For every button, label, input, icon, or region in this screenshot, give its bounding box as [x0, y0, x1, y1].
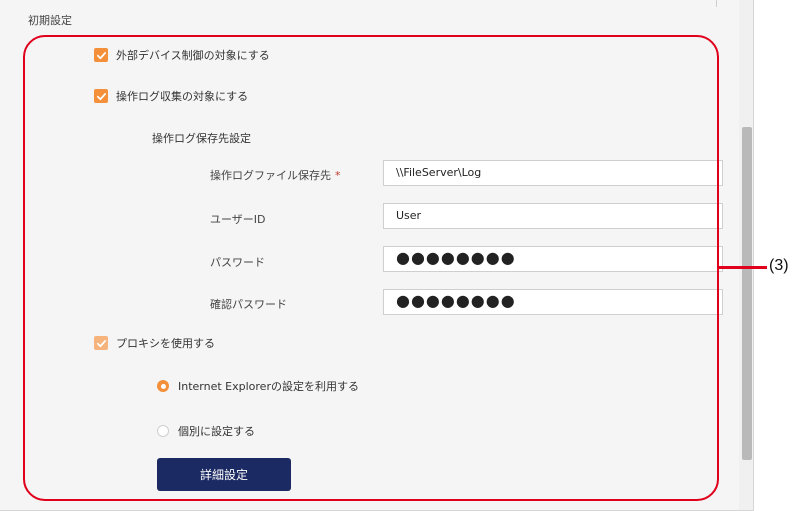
confirm-password-label: 確認パスワード: [210, 298, 287, 311]
external-device-checkbox[interactable]: [94, 48, 108, 62]
destination-input[interactable]: \\FileServer\Log: [383, 160, 723, 186]
section-title: 初期設定: [28, 14, 72, 27]
proxy-ie-option[interactable]: Internet Explorerの設定を利用する: [157, 378, 359, 394]
callout-label: (3): [769, 257, 789, 274]
proxy-label: プロキシを使用する: [116, 337, 215, 350]
operation-log-option[interactable]: 操作ログ収集の対象にする: [94, 88, 248, 104]
check-icon: [96, 92, 106, 100]
callout-leader: [719, 266, 767, 269]
proxy-manual-label: 個別に設定する: [178, 425, 255, 438]
proxy-manual-option[interactable]: 個別に設定する: [157, 423, 255, 439]
confirm-password-input[interactable]: ●●●●●●●●: [383, 289, 723, 315]
proxy-ie-radio[interactable]: [157, 380, 169, 392]
external-device-option[interactable]: 外部デバイス制御の対象にする: [94, 47, 270, 63]
scrollbar-thumb[interactable]: [742, 127, 752, 460]
proxy-option[interactable]: プロキシを使用する: [94, 335, 215, 351]
destination-label: 操作ログファイル保存先 *: [210, 167, 341, 183]
user-id-label: ユーザーID: [210, 213, 266, 226]
divider: [716, 0, 717, 7]
proxy-manual-radio[interactable]: [157, 425, 169, 437]
log-settings-heading: 操作ログ保存先設定: [152, 132, 251, 145]
external-device-label: 外部デバイス制御の対象にする: [116, 49, 270, 62]
proxy-ie-label: Internet Explorerの設定を利用する: [178, 380, 359, 393]
user-id-input[interactable]: User: [383, 203, 723, 229]
destination-label-text: 操作ログファイル保存先: [210, 169, 331, 182]
password-input[interactable]: ●●●●●●●●: [383, 246, 723, 272]
operation-log-label: 操作ログ収集の対象にする: [116, 90, 249, 103]
required-mark: *: [335, 169, 341, 182]
advanced-settings-button[interactable]: 詳細設定: [157, 458, 291, 491]
proxy-checkbox[interactable]: [94, 336, 108, 350]
check-icon: [96, 339, 106, 347]
operation-log-checkbox[interactable]: [94, 89, 108, 103]
password-label: パスワード: [210, 256, 265, 269]
check-icon: [96, 51, 106, 59]
